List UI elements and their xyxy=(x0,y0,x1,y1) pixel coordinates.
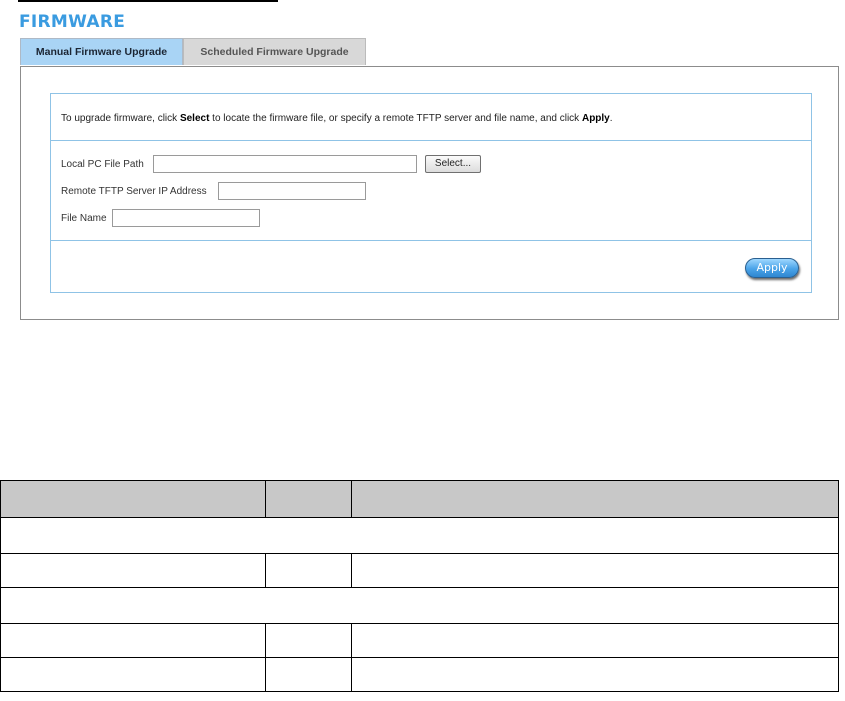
apply-divider xyxy=(51,240,811,241)
select-keyword: Select xyxy=(179,113,210,124)
table-cell xyxy=(351,553,839,588)
table-cell xyxy=(265,623,352,658)
tab-manual-firmware-upgrade[interactable]: Manual Firmware Upgrade xyxy=(20,38,183,65)
tftp-label: Remote TFTP Server IP Address xyxy=(61,186,207,197)
table-section-cell xyxy=(0,587,839,624)
tab-scheduled-firmware-upgrade[interactable]: Scheduled Firmware Upgrade xyxy=(183,38,366,65)
table-cell xyxy=(0,553,266,588)
table-cell xyxy=(265,657,352,692)
select-button[interactable]: Select... xyxy=(425,155,481,173)
table-header-row xyxy=(0,480,839,518)
local-path-label: Local PC File Path xyxy=(61,159,144,170)
table-section-row xyxy=(0,587,839,624)
local-path-row: Local PC File Path Select... xyxy=(61,155,501,175)
apply-button[interactable]: Apply xyxy=(745,258,799,278)
apply-keyword: Apply xyxy=(581,113,610,124)
table-cell xyxy=(351,657,839,692)
table-cell xyxy=(265,553,352,588)
table-cell xyxy=(0,623,266,658)
table-section-row xyxy=(0,517,839,554)
table-cell xyxy=(351,623,839,658)
table-cell xyxy=(0,657,266,692)
file-name-input[interactable] xyxy=(112,209,260,227)
top-rule xyxy=(18,0,278,2)
blank-document-table xyxy=(0,480,839,692)
table-header-cell xyxy=(0,480,266,518)
tftp-ip-input[interactable] xyxy=(218,182,366,200)
local-path-input[interactable] xyxy=(153,155,417,173)
table-section-cell xyxy=(0,517,839,554)
table-row xyxy=(0,657,839,692)
table-row xyxy=(0,623,839,658)
table-row xyxy=(0,553,839,588)
file-name-label: File Name xyxy=(61,213,107,224)
table-header-cell xyxy=(265,480,352,518)
tftp-row: Remote TFTP Server IP Address xyxy=(61,182,381,202)
table-header-cell xyxy=(351,480,839,518)
upgrade-form-box: To upgrade firmware, click Select to loc… xyxy=(50,93,812,293)
firmware-panel: To upgrade firmware, click Select to loc… xyxy=(20,66,839,320)
instructions-text: To upgrade firmware, click Select to loc… xyxy=(51,94,811,141)
file-name-row: File Name xyxy=(61,209,281,229)
page-title: FIRMWARE xyxy=(19,12,126,32)
